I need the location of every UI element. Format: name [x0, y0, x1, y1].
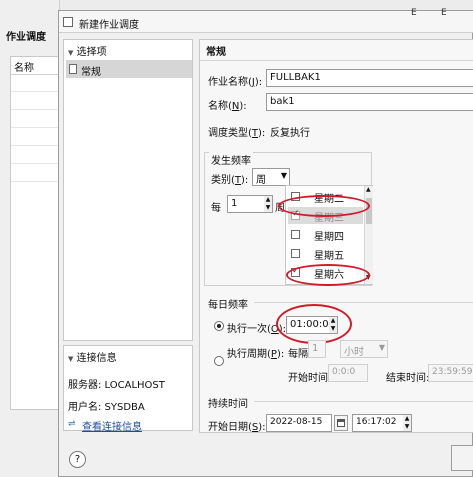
dialog-titlebar: 新建作业调度 E E	[59, 8, 473, 33]
exec-period-radio[interactable]	[214, 356, 224, 366]
section-divider	[200, 60, 473, 61]
job-name-label: 作业名称(J):	[208, 77, 263, 88]
start-date-value: 2022-08-15	[270, 417, 323, 427]
table-row-line	[11, 145, 63, 146]
weekday-checkbox[interactable]	[291, 230, 300, 239]
duration-title: 持续时间	[208, 399, 248, 410]
annotation-circle	[278, 195, 370, 217]
table-row-line	[11, 109, 63, 110]
category-label: 类别(T):	[211, 175, 249, 186]
table-header-divider	[11, 74, 63, 75]
daily-frequency-title: 每日频率	[208, 300, 248, 311]
category-value: 周	[256, 175, 266, 186]
table-column-header[interactable]: 名称	[14, 59, 34, 74]
annotation-circle	[276, 304, 352, 344]
interval-unit-select[interactable]: 小时 ▼	[340, 340, 388, 358]
page-icon	[69, 64, 77, 74]
link-icon: ⇌	[68, 419, 76, 429]
spinner-up-icon[interactable]: ▲	[264, 196, 272, 204]
weekday-label: 星期四	[314, 232, 344, 243]
start-date-time-field[interactable]: 16:17:02 ▲ ▼	[352, 414, 412, 432]
general-settings-panel: 常规 作业名称(J): FULLBAK1 名称(N): bak1 调度类型(T)…	[199, 39, 473, 433]
weekday-checkbox[interactable]	[291, 249, 300, 258]
schedule-type-select[interactable]: 反复执行	[270, 124, 310, 139]
table-row-line	[11, 163, 63, 164]
every-weeks-value: 1	[231, 198, 238, 209]
background-window-title: 作业调度	[6, 32, 46, 43]
titlebar-glyph: E	[411, 8, 417, 18]
every-interval-label: 每隔	[288, 349, 308, 360]
titlebar-glyph: E	[441, 8, 447, 18]
weekday-item[interactable]: 星期五	[288, 245, 363, 262]
interval-value: 1	[312, 343, 319, 354]
dialog-app-icon	[63, 17, 73, 27]
background-window: 作业调度 名称	[0, 0, 63, 477]
every-weeks-spinner[interactable]: 1 ▲ ▼	[227, 195, 273, 213]
table-row-line	[11, 91, 63, 92]
help-icon: ?	[74, 454, 81, 465]
calendar-button[interactable]	[334, 415, 348, 431]
spinner-down-icon[interactable]: ▼	[264, 204, 272, 212]
end-time-field[interactable]: 23:59:59	[428, 364, 473, 382]
connection-panel-title: 连接信息	[76, 353, 117, 364]
selection-panel-title: 选择项	[76, 47, 107, 58]
new-job-schedule-dialog: 新建作业调度 E E ▼ 选择项 常规 ▼ 连接信息 服务器: LOCALHOS…	[58, 8, 473, 477]
weekday-item[interactable]: 星期四	[288, 226, 363, 243]
dropdown-arrow-icon: ▼	[280, 171, 287, 180]
interval-spinner[interactable]: 1	[308, 340, 326, 358]
exec-once-radio[interactable]	[214, 321, 224, 331]
dropdown-arrow-icon: ▼	[378, 343, 385, 352]
table-row-line	[11, 181, 63, 182]
server-info: 服务器: LOCALHOST	[68, 380, 165, 391]
start-date-label: 开始日期(S):	[208, 422, 266, 433]
connection-panel: ▼ 连接信息 服务器: LOCALHOST 用户名: SYSDBA ⇌ 查看连接…	[63, 345, 193, 433]
table-row-line	[11, 127, 63, 128]
sidebar-item-label: 常规	[81, 67, 101, 78]
frequency-group-title: 发生频率	[209, 152, 253, 167]
section-title: 常规	[206, 47, 226, 58]
dialog-title: 新建作业调度	[79, 20, 139, 31]
name-field[interactable]: bak1	[266, 93, 473, 111]
selection-panel: ▼ 选择项 常规	[63, 39, 193, 341]
job-name-field[interactable]: FULLBAK1	[266, 69, 473, 87]
interval-unit-value: 小时	[344, 347, 364, 358]
start-time-field[interactable]: 0:0:0	[328, 364, 368, 382]
calendar-icon	[337, 419, 345, 427]
end-time-label: 结束时间:	[386, 373, 430, 384]
sidebar-item-general[interactable]: 常规	[66, 60, 192, 78]
exec-period-label: 执行周期(P):	[227, 349, 285, 360]
view-connection-link[interactable]: ⇌ 查看连接信息	[68, 418, 192, 433]
start-date-field[interactable]: 2022-08-15	[266, 414, 332, 432]
weekday-label: 星期五	[314, 251, 344, 262]
user-info: 用户名: SYSDBA	[68, 402, 145, 413]
spinner-down-icon[interactable]: ▼	[403, 423, 411, 431]
daily-divider	[254, 302, 473, 303]
connection-panel-header: ▼ 连接信息	[68, 349, 117, 364]
annotation-circle	[286, 264, 370, 286]
view-connection-label: 查看连接信息	[82, 422, 142, 433]
name-label: 名称(N):	[208, 101, 247, 112]
scroll-up-icon[interactable]: ▲	[366, 186, 371, 193]
duration-divider	[254, 401, 473, 402]
background-table: 名称	[10, 56, 63, 410]
start-date-time-value: 16:17:02	[356, 417, 397, 427]
spinner-up-icon[interactable]: ▲	[403, 415, 411, 423]
collapse-triangle-icon[interactable]: ▼	[68, 355, 73, 363]
help-button[interactable]: ?	[69, 451, 86, 468]
schedule-type-label: 调度类型(T):	[208, 128, 266, 139]
start-time-label: 开始时间:	[288, 373, 332, 384]
dialog-action-button[interactable]	[451, 445, 473, 471]
selection-panel-header: ▼ 选择项	[68, 43, 107, 58]
category-select[interactable]: 周 ▼	[252, 168, 290, 186]
every-label: 每	[211, 203, 221, 214]
collapse-triangle-icon[interactable]: ▼	[68, 49, 73, 57]
